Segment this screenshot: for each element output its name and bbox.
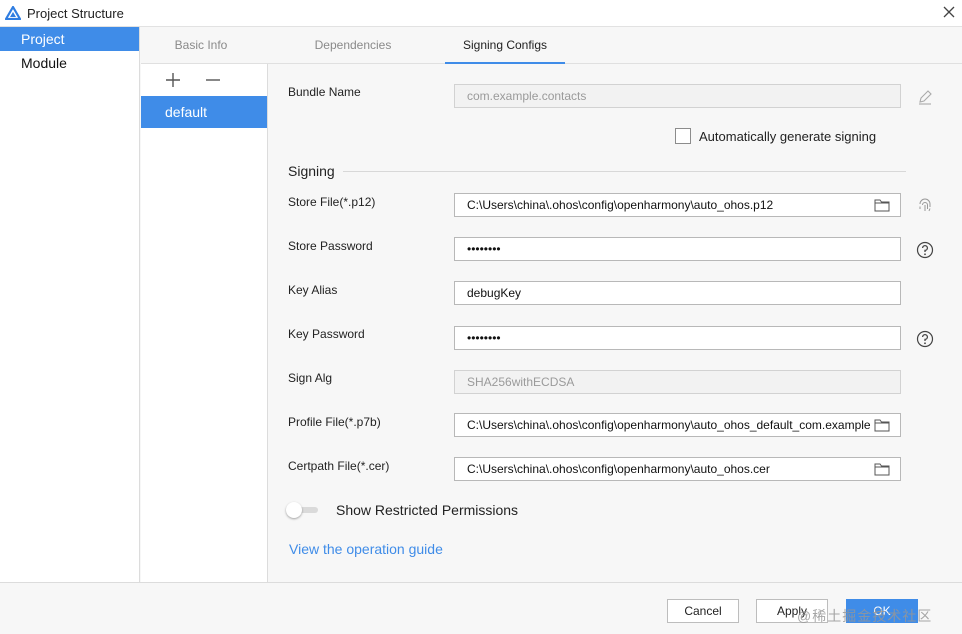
auto-sign-label: Automatically generate signing	[699, 129, 877, 144]
bundle-name-label: Bundle Name	[288, 85, 361, 99]
title-bar: Project Structure	[0, 0, 962, 27]
certpath-file-label: Certpath File(*.cer)	[288, 459, 390, 473]
close-icon[interactable]	[941, 4, 957, 20]
remove-icon[interactable]	[203, 70, 223, 90]
key-password-label: Key Password	[288, 327, 365, 341]
store-file-value: C:\Users\china\.ohos\config\openharmony\…	[467, 198, 774, 212]
folder-icon[interactable]	[874, 198, 890, 212]
store-file-label: Store File(*.p12)	[288, 195, 376, 209]
sign-alg-field: SHA256withECDSA	[454, 370, 901, 394]
config-list-panel: default	[141, 64, 268, 582]
list-toolbar	[141, 64, 267, 96]
cancel-button[interactable]: Cancel	[667, 599, 739, 623]
watermark: @稀土掘金技术社区	[797, 608, 933, 624]
app-logo-icon	[5, 6, 21, 20]
certpath-file-value: C:\Users\china\.ohos\config\openharmony\…	[467, 462, 770, 476]
sign-alg-label: Sign Alg	[288, 371, 333, 385]
sidebar-item-project[interactable]: Project	[0, 27, 139, 51]
list-item-default[interactable]: default	[141, 96, 267, 128]
sidebar-item-module[interactable]: Module	[0, 51, 139, 75]
profile-file-label: Profile File(*.p7b)	[288, 415, 381, 429]
help-icon[interactable]	[916, 330, 934, 348]
sidebar: Project Module	[0, 27, 140, 582]
bundle-name-field: com.example.contacts	[454, 84, 901, 108]
toggle-knob	[286, 502, 302, 518]
add-icon[interactable]	[163, 70, 183, 90]
restricted-permissions-label: Show Restricted Permissions	[336, 502, 519, 518]
certpath-file-field[interactable]: C:\Users\china\.ohos\config\openharmony\…	[454, 457, 901, 481]
tab-dependencies[interactable]: Dependencies	[291, 27, 415, 64]
edit-icon[interactable]	[916, 88, 934, 106]
key-password-field[interactable]: ••••••••	[454, 326, 901, 350]
store-file-field[interactable]: C:\Users\china\.ohos\config\openharmony\…	[454, 193, 901, 217]
store-password-label: Store Password	[288, 239, 373, 253]
operation-guide-link[interactable]: View the operation guide	[289, 541, 443, 557]
store-password-field[interactable]: ••••••••	[454, 237, 901, 261]
key-alias-field[interactable]: debugKey	[454, 281, 901, 305]
auto-sign-checkbox[interactable]	[675, 128, 691, 144]
tab-signing-configs[interactable]: Signing Configs	[445, 27, 565, 64]
signing-section-title: Signing	[288, 163, 335, 179]
window-title: Project Structure	[27, 6, 124, 21]
restricted-permissions-toggle[interactable]	[286, 502, 320, 518]
signing-config-form: Bundle Name com.example.contacts Automat…	[268, 64, 962, 582]
profile-file-field[interactable]: C:\Users\china\.ohos\config\openharmony\…	[454, 413, 901, 437]
tab-bar: Basic Info Dependencies Signing Configs	[141, 27, 962, 64]
help-icon[interactable]	[916, 241, 934, 259]
profile-file-value: C:\Users\china\.ohos\config\openharmony\…	[467, 418, 871, 432]
fingerprint-icon[interactable]	[916, 196, 934, 214]
key-alias-label: Key Alias	[288, 283, 338, 297]
tab-basic-info[interactable]: Basic Info	[141, 27, 261, 64]
folder-icon[interactable]	[874, 462, 890, 476]
section-divider	[343, 171, 906, 172]
folder-icon[interactable]	[874, 418, 890, 432]
